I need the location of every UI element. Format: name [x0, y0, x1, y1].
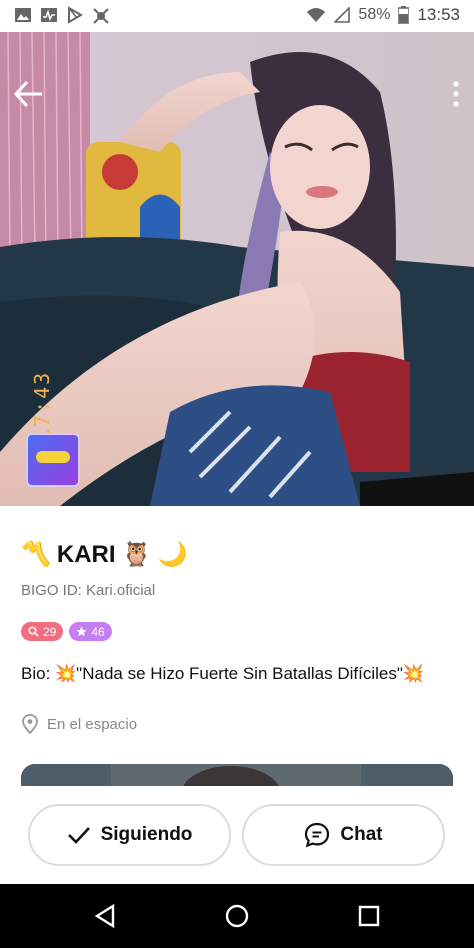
profile-location: En el espacio — [21, 714, 137, 734]
level-badge: 29 — [21, 622, 64, 641]
nav-back-icon[interactable] — [93, 904, 117, 928]
live-badge-bar — [36, 451, 70, 463]
play-store-icon — [68, 6, 83, 24]
lightning-emoji-icon: 〽️ — [21, 541, 51, 568]
following-button[interactable]: Siguiendo — [28, 804, 231, 866]
chat-button-label: Chat — [340, 824, 383, 845]
level-badge-value: 29 — [43, 624, 57, 639]
gallery-icon — [15, 8, 31, 22]
status-time: 13:53 — [417, 5, 460, 24]
wifi-icon — [307, 8, 326, 22]
signal-icon — [334, 7, 351, 23]
fans-badge-value: 46 — [91, 624, 105, 639]
system-nav-bar — [0, 884, 474, 948]
battery-percent: 58% — [358, 6, 391, 23]
activity-icon — [41, 8, 57, 22]
fans-badge: 46 — [69, 622, 112, 641]
nav-recents-icon[interactable] — [357, 904, 381, 928]
search-level-icon — [28, 626, 39, 637]
location-text: En el espacio — [47, 715, 138, 733]
back-arrow-icon[interactable] — [12, 77, 46, 111]
chat-button[interactable]: Chat — [242, 804, 445, 866]
star-icon — [76, 626, 87, 637]
bug-icon — [93, 8, 109, 24]
photo-timestamp: 17:43 — [30, 370, 54, 441]
profile-bio: Bio: 💥"Nada se Hizo Fuerte Sin Batallas … — [21, 664, 425, 683]
battery-icon — [398, 6, 410, 24]
profile-badges: 29 46 — [21, 622, 112, 641]
checkmark-icon — [67, 827, 90, 844]
profile-name: KARI — [56, 540, 116, 568]
profile-photo[interactable]: 17:43 — [0, 32, 474, 506]
nav-home-icon[interactable] — [225, 904, 249, 928]
location-pin-icon — [22, 714, 38, 734]
profile-name-row: 〽️ KARI 🦉 🌙 — [21, 540, 187, 569]
more-options-icon[interactable] — [450, 79, 462, 109]
moon-emoji-icon: 🌙 — [157, 541, 188, 568]
following-button-label: Siguiendo — [100, 824, 193, 845]
profile-action-bar: Siguiendo Chat — [0, 786, 474, 884]
owl-emoji-icon: 🦉 — [121, 541, 152, 568]
bigo-id: BIGO ID: Kari.oficial — [21, 582, 156, 599]
chat-bubble-icon — [305, 822, 330, 848]
status-bar: 58% 13:53 — [0, 0, 474, 32]
live-room-badge[interactable] — [26, 433, 80, 487]
